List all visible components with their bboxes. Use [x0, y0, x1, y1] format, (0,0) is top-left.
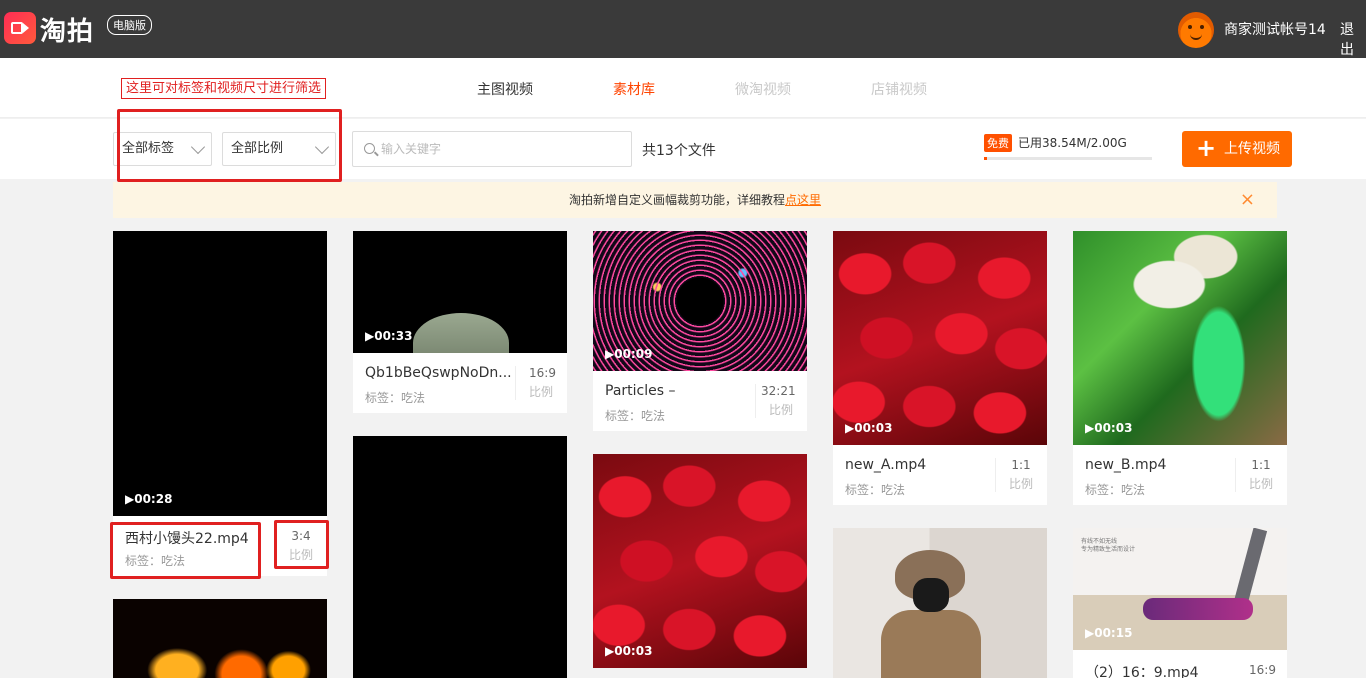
video-ratio: 1:1: [1011, 458, 1031, 472]
search-icon: [364, 143, 375, 154]
video-ratio: 16:9: [1249, 663, 1276, 677]
video-tag: 标签：吃法: [605, 409, 666, 423]
video-thumbnail[interactable]: ▶00:03: [833, 231, 1047, 445]
user-avatar[interactable]: [1178, 12, 1214, 48]
video-info: Particles – 标签：吃法 32:21 比例: [593, 371, 807, 431]
tab-weitao-video: 微淘视频: [735, 82, 791, 98]
video-ratio-label: 比例: [529, 385, 554, 399]
plus-icon: +: [1196, 134, 1217, 162]
video-card[interactable]: [833, 528, 1047, 678]
top-bar: 淘拍 电脑版 商家测试帐号14 退出: [0, 0, 1366, 58]
video-thumbnail[interactable]: ▶00:03: [593, 454, 807, 668]
upload-video-label: 上传视频: [1224, 141, 1280, 157]
thumbnail-caption: 有线不如无线 专为精致生活而设计: [1081, 538, 1136, 553]
vacuum-head: [1143, 598, 1253, 620]
person-figure: [881, 610, 981, 678]
video-duration: ▶00:03: [1085, 421, 1133, 435]
video-thumbnail[interactable]: [353, 436, 567, 678]
video-ratio: 1:1: [1251, 458, 1271, 472]
video-card[interactable]: ▶00:03 new_A.mp4 标签：吃法 1:1 比例: [833, 231, 1047, 505]
notice-link[interactable]: 点这里: [785, 193, 821, 207]
video-name: new_B.mp4: [1085, 457, 1167, 473]
info-divider: [995, 458, 996, 492]
video-ratio-label: 比例: [769, 403, 794, 417]
account-name[interactable]: 商家测试帐号14: [1224, 19, 1326, 39]
search-input[interactable]: [381, 132, 621, 166]
video-tag: 标签：吃法: [1085, 483, 1146, 497]
filter-highlight-frame: [117, 109, 342, 182]
video-info: new_B.mp4 标签：吃法 1:1 比例: [1073, 445, 1287, 505]
video-name: Particles –: [605, 383, 676, 399]
desktop-version-badge: 电脑版: [107, 15, 152, 35]
video-card[interactable]: ▶00:09 Particles – 标签：吃法 32:21 比例: [593, 231, 807, 431]
tab-material-library[interactable]: 素材库: [613, 79, 655, 99]
video-info: Qb1bBeQswpNoDn... 标签：吃法 16:9 比例: [353, 353, 567, 413]
app-logo-text[interactable]: 淘拍: [40, 11, 94, 48]
video-card[interactable]: 有线不如无线 专为精致生活而设计 ▶00:15 （2）16：9.mp4 16:9: [1073, 528, 1287, 678]
name-highlight-frame: [110, 522, 261, 579]
video-thumbnail[interactable]: [113, 599, 327, 678]
upload-video-button[interactable]: + 上传视频: [1182, 131, 1292, 167]
video-card[interactable]: ▶00:03: [593, 454, 807, 668]
video-duration: ▶00:03: [605, 644, 653, 658]
video-card[interactable]: [353, 436, 567, 678]
video-thumbnail[interactable]: ▶00:09: [593, 231, 807, 371]
tab-shop-video: 店铺视频: [871, 82, 927, 98]
ratio-highlight-frame: [274, 520, 329, 569]
video-ratio-label: 比例: [1249, 477, 1274, 491]
video-thumbnail[interactable]: ▶00:28: [113, 231, 327, 516]
storage-usage-bar: [984, 157, 1152, 160]
vacuum-stick: [1232, 528, 1268, 609]
video-thumbnail[interactable]: ▶00:03: [1073, 231, 1287, 445]
logout-link[interactable]: 退出: [1340, 19, 1366, 59]
video-name: （2）16：9.mp4: [1085, 665, 1199, 678]
info-divider: [1235, 458, 1236, 492]
video-thumbnail[interactable]: 有线不如无线 专为精致生活而设计 ▶00:15: [1073, 528, 1287, 650]
storage-usage-fill: [984, 157, 988, 160]
video-info: new_A.mp4 标签：吃法 1:1 比例: [833, 445, 1047, 505]
video-name: new_A.mp4: [845, 457, 927, 473]
video-card[interactable]: ▶00:03 new_B.mp4 标签：吃法 1:1 比例: [1073, 231, 1287, 505]
video-duration: ▶00:03: [845, 421, 893, 435]
video-info: （2）16：9.mp4 16:9: [1073, 650, 1287, 678]
search-box[interactable]: [352, 131, 632, 167]
video-ratio: 32:21: [761, 384, 796, 398]
filter-annotation-hint: 这里可对标签和视频尺寸进行筛选: [121, 78, 327, 99]
video-duration: ▶00:09: [605, 347, 653, 361]
video-thumbnail[interactable]: ▶00:33: [353, 231, 567, 353]
video-tag: 标签：吃法: [845, 483, 906, 497]
storage-usage-text: 已用38.54M/2.00G: [1018, 136, 1127, 150]
video-duration: ▶00:15: [1085, 626, 1133, 640]
video-thumbnail[interactable]: [833, 528, 1047, 678]
taopai-logo-icon[interactable]: [4, 12, 36, 44]
video-name: Qb1bBeQswpNoDn...: [365, 365, 512, 381]
tab-main-video[interactable]: 主图视频: [477, 79, 533, 99]
close-icon[interactable]: ×: [1240, 182, 1255, 218]
video-duration: ▶00:28: [125, 492, 173, 506]
video-card[interactable]: [113, 599, 327, 678]
video-card[interactable]: ▶00:33 Qb1bBeQswpNoDn... 标签：吃法 16:9 比例: [353, 231, 567, 413]
person-phone: [913, 578, 949, 612]
info-divider: [755, 384, 756, 418]
video-ratio: 16:9: [529, 366, 556, 380]
video-tag: 标签：吃法: [365, 391, 426, 405]
video-thumbnail-object: [413, 313, 509, 353]
video-duration: ▶00:33: [365, 329, 413, 343]
feature-notice: 淘拍新增自定义画幅裁剪功能，详细教程点这里 ×: [113, 182, 1277, 218]
video-ratio-label: 比例: [1009, 477, 1034, 491]
free-plan-badge: 免费: [984, 134, 1012, 152]
notice-text: 淘拍新增自定义画幅裁剪功能，详细教程: [568, 193, 785, 207]
info-divider: [515, 366, 516, 400]
filter-bar: 全部标签 全部比例 共13个文件 免费 已用38.54M/2.00G + 上传视…: [0, 109, 1366, 182]
file-count: 共13个文件: [642, 143, 716, 159]
